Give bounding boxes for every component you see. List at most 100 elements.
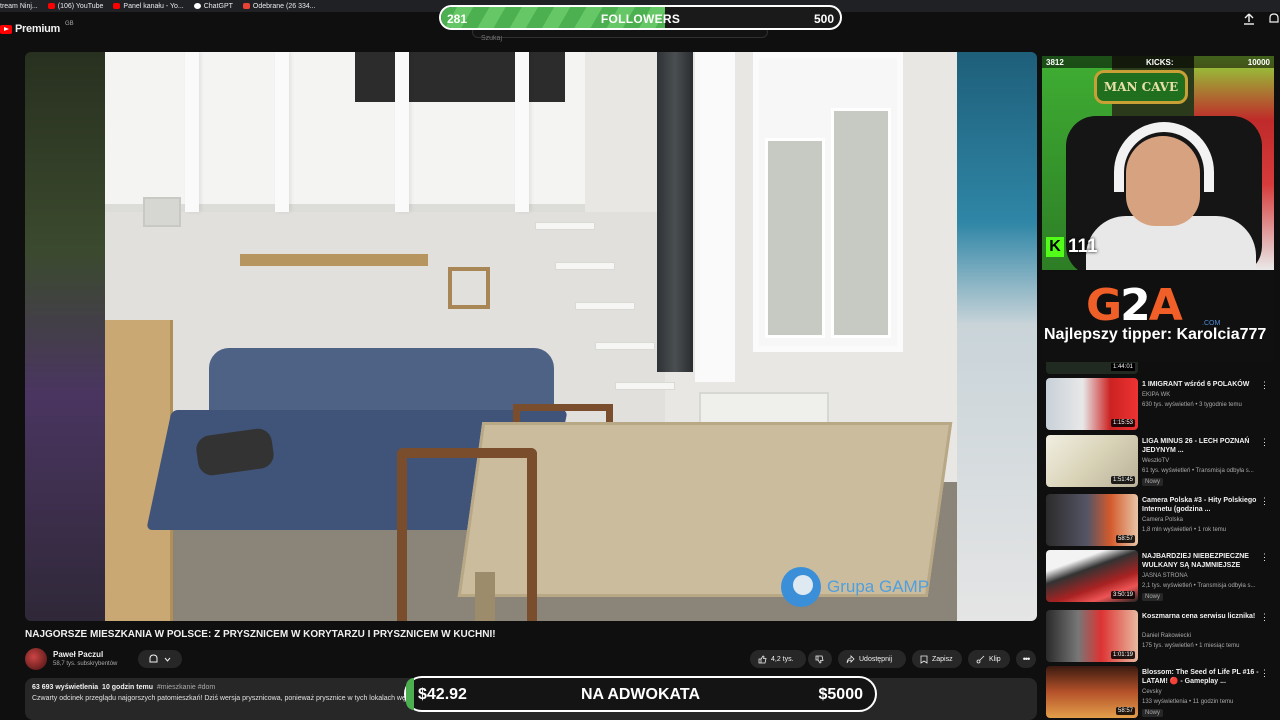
save-button[interactable]: Zapisz [912,650,962,668]
video-frame [105,52,957,621]
logo-country-code: GB [64,21,74,27]
g2a-logo-g: G [1086,280,1122,331]
gmail-favicon-icon [242,3,250,9]
channel-subscribers: 58,7 tys. subskrybentów [53,661,118,667]
donation-goal: $5000 [818,686,864,703]
more-vert-icon[interactable]: ⋮ [1260,552,1269,562]
like-button[interactable]: 4,2 tys. [750,650,806,668]
bookmark-item[interactable]: tream Ninj... [0,3,38,10]
more-vert-icon[interactable]: ⋮ [1260,380,1269,390]
kicks-current: 3812 [1046,58,1064,67]
recommendation-channel[interactable]: WeszłoTV [1142,458,1169,464]
channel-avatar[interactable] [25,648,47,670]
kick-viewer-count: 111 [1068,236,1098,257]
recommendation-item[interactable]: 58:57 Blossom: The Seed of Life PL #16 -… [1046,666,1274,720]
ambient-blur-right [957,52,1037,621]
recommendation-item[interactable]: 1:15:53 1 IMIGRANT wśród 6 POLAKÓW EKIPA… [1046,378,1274,432]
recommendation-item[interactable]: 58:57 Camera Polska #3 - Hity Polskiego … [1046,494,1274,548]
recommendation-title[interactable]: Blossom: The Seed of Life PL #16 - LATAM… [1142,668,1260,686]
recommendation-title[interactable]: Koszmarna cena serwisu licznika! [1142,612,1260,621]
followers-label: FOLLOWERS [600,12,681,26]
recommendation-meta: 2,1 tys. wyświetleń • Transmisja odbyła … [1142,583,1256,589]
video-duration: 58:57 [1115,707,1135,715]
channel-name[interactable]: Paweł Paczul [53,650,103,659]
description-meta: 63 693 wyświetlenia 10 godzin temu #mies… [32,684,215,691]
bookmark-item[interactable]: Odebrane (26 334... [242,2,316,10]
bell-icon[interactable] [1268,12,1280,26]
notification-bell-button[interactable] [138,650,182,668]
recommendation-title[interactable]: LIGA MINUS 26 - LECH POZNAŃ JEDYNYM ... [1142,437,1260,455]
clip-icon [976,655,985,663]
recommendation-thumbnail-partial[interactable]: 1:44:01 [1046,362,1138,374]
recommendation-channel[interactable]: EKIPA WK [1142,392,1170,398]
recommendation-channel[interactable]: Daniel Rakowiecki [1142,633,1191,639]
recommendation-meta: 175 tys. wyświetleń • 1 miesiąc temu [1142,643,1240,649]
recommendation-thumbnail[interactable]: 3:50:19 [1046,550,1138,602]
clip-button[interactable]: Klip [968,650,1010,668]
recommendation-thumbnail[interactable]: 1:51:45 [1046,435,1138,487]
recommendation-thumbnail[interactable]: 1:01:19 [1046,610,1138,662]
g2a-logo-2: 2 [1120,280,1151,331]
video-duration: 1:51:45 [1110,476,1135,484]
bookmark-item[interactable]: Panel kanału - Yo... [113,3,184,10]
video-duration: 1:44:01 [1110,363,1135,371]
gamp-logo-icon [781,567,821,607]
recommendation-channel[interactable]: Camera Polska [1142,517,1183,523]
like-count: 4,2 tys. [771,655,794,663]
more-vert-icon[interactable]: ⋮ [1260,668,1269,678]
recommendation-channel[interactable]: Cevsky [1142,689,1162,695]
followers-current: 281 [447,12,468,26]
recommendation-channel[interactable]: JASNA STRONA [1142,573,1188,579]
bookmark-label: Odebrane (26 334... [252,2,316,10]
kick-viewers-badge: K 111 [1046,236,1098,258]
youtube-favicon-icon [47,3,55,9]
recommendation-thumbnail[interactable]: 1:15:53 [1046,378,1138,430]
more-icon: ••• [1022,654,1031,664]
bookmark-label: (106) YouTube [57,2,104,10]
recommendation-item[interactable]: 1:01:19 Koszmarna cena serwisu licznika!… [1046,610,1274,664]
bookmark-item[interactable]: (106) YouTube [47,2,104,10]
kicks-goal-strip: 3812 KICKS: 10000 [1042,56,1274,68]
more-actions-button[interactable]: ••• [1016,650,1036,668]
scene-curtain-sheer [695,52,735,382]
dislike-button[interactable] [808,650,832,668]
kick-logo-icon: K [1046,237,1064,257]
new-badge: Nowy [1142,478,1164,486]
video-duration: 3:50:19 [1110,591,1135,599]
followers-goal-bar: FOLLOWERS 281 500 [439,5,842,30]
recommendation-title[interactable]: Camera Polska #3 - Hity Polskiego Intern… [1142,496,1260,514]
bookmark-label: ChatGPT [203,2,233,10]
bookmark-item[interactable]: ChatGPT [193,2,233,10]
share-label: Udostępnij [859,655,893,663]
video-player[interactable]: Grupa GAMP [25,52,1037,621]
scene-chair [397,448,537,621]
hashtags[interactable]: #mieszkanie #dom [157,684,215,691]
logo-text: Premium [15,23,60,35]
upload-icon[interactable] [1242,12,1256,26]
more-vert-icon[interactable]: ⋮ [1260,437,1269,447]
recommendation-item[interactable]: 1:51:45 LIGA MINUS 26 - LECH POZNAŃ JEDY… [1046,435,1274,489]
share-button[interactable]: Udostępnij [838,650,906,668]
youtube-logo[interactable]: Premium GB [0,21,74,35]
recommendation-meta: 61 tys. wyświetleń • Transmisja odbyła s… [1142,468,1254,474]
chatgpt-favicon-icon [193,3,201,9]
ambient-blur-left [25,52,105,621]
recommendation-thumbnail[interactable]: 58:57 [1046,494,1138,546]
share-icon [846,654,855,663]
more-vert-icon[interactable]: ⋮ [1260,612,1269,622]
bell-icon [149,654,158,663]
recommendation-meta: 1,8 mln wyświetleń • 1 rok temu [1142,527,1227,533]
recommendation-item[interactable]: 3:50:19 NAJBARDZIEJ NIEBEZPIECZNE WULKAN… [1046,550,1274,604]
scene-sofa-back [209,348,554,418]
recommendation-title[interactable]: NAJBARDZIEJ NIEBEZPIECZNE WULKANY SĄ NAJ… [1142,552,1260,570]
recommendation-thumbnail[interactable]: 58:57 [1046,666,1138,718]
more-vert-icon[interactable]: ⋮ [1260,496,1269,506]
search-input[interactable] [473,33,733,44]
recommendation-title[interactable]: 1 IMIGRANT wśród 6 POLAKÓW [1142,380,1260,389]
like-icon [758,655,767,663]
youtube-logo-icon [0,24,12,34]
scene-vent [143,197,181,227]
scene-shelf [240,254,428,266]
upload-time: 10 godzin temu [102,684,153,691]
donation-goal-bar: $42.92 NA ADWOKATA $5000 [404,676,877,712]
